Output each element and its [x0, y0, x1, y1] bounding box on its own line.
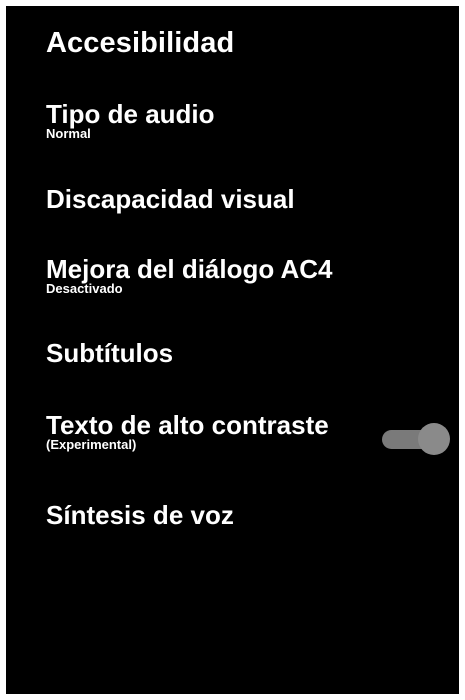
- menu-item-label: Síntesis de voz: [46, 500, 234, 530]
- menu-item-audio-type[interactable]: Tipo de audio Normal: [46, 99, 446, 142]
- accessibility-panel: Accesibilidad Tipo de audio Normal Disca…: [6, 6, 459, 694]
- menu-item-value: Desactivado: [46, 281, 123, 297]
- menu-item-label: Mejora del diálogo AC4: [46, 254, 333, 284]
- menu-item-label: Tipo de audio: [46, 99, 215, 129]
- menu-item-label: Discapacidad visual: [46, 184, 295, 214]
- menu-item-dialogue-enhancement[interactable]: Mejora del diálogo AC4 Desactivado: [46, 254, 446, 297]
- toggle-thumb: [418, 423, 450, 455]
- menu-item-visual-impairment[interactable]: Discapacidad visual: [46, 184, 446, 214]
- menu-item-subtitles[interactable]: Subtítulos: [46, 338, 446, 368]
- high-contrast-toggle[interactable]: [382, 421, 450, 455]
- menu-item-value: Normal: [46, 126, 91, 142]
- menu-item-text-to-speech[interactable]: Síntesis de voz: [46, 500, 446, 530]
- page-title: Accesibilidad: [46, 27, 235, 59]
- menu-item-label: Subtítulos: [46, 338, 174, 368]
